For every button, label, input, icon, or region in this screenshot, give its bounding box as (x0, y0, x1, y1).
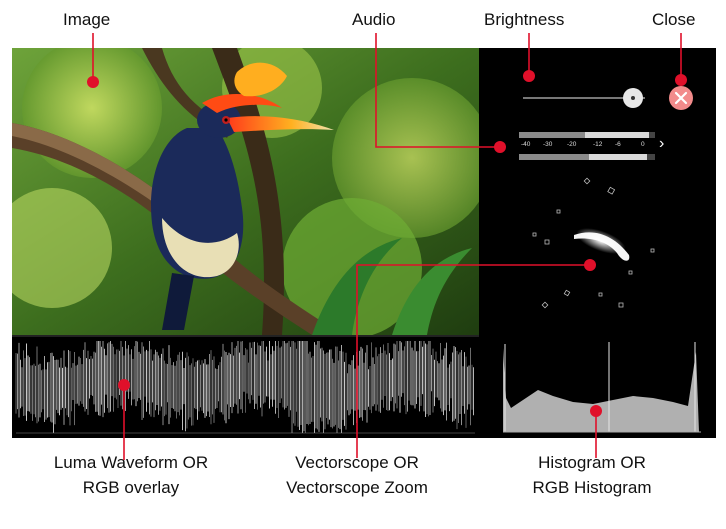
label-close: Close (652, 10, 696, 29)
label-brightness: Brightness (484, 10, 565, 29)
label-luma: Luma Waveform OR RGB overlay (53, 453, 209, 497)
label-image: Image (63, 10, 111, 29)
audio-bar-right (519, 154, 655, 160)
vectorscope (532, 177, 655, 309)
luma-waveform-plot (15, 341, 475, 434)
label-vectorscope: Vectorscope OR Vectorscope Zoom (286, 453, 428, 497)
preview-image (12, 48, 479, 335)
knob-dot (630, 96, 635, 100)
audio-scale-tick: -6 (615, 141, 621, 148)
close-icon (674, 91, 688, 105)
chevron-right-icon[interactable]: › (659, 136, 664, 152)
label-histogram: Histogram OR RGB Histogram (532, 453, 652, 497)
audio-scale: -40 -30 -20 -12 -6 0 (519, 141, 655, 153)
audio-meter: -40 -30 -20 -12 -6 0 › (519, 132, 664, 162)
audio-scale-tick: 0 (641, 141, 645, 148)
brightness-knob[interactable] (622, 88, 643, 108)
histogram (503, 342, 701, 433)
luma-waveform (12, 335, 479, 438)
audio-scale-tick: -40 (521, 141, 531, 148)
scopes-panel: -40 -30 -20 -12 -6 0 › (479, 48, 716, 438)
hornbill-photo (12, 48, 479, 335)
brightness-slider[interactable] (523, 88, 645, 108)
close-button[interactable] (669, 86, 693, 110)
audio-bar-left (519, 132, 655, 138)
audio-scale-tick: -30 (543, 141, 553, 148)
audio-scale-tick: -20 (567, 141, 577, 148)
audio-scale-tick: -12 (593, 141, 603, 148)
label-audio: Audio (352, 10, 396, 29)
